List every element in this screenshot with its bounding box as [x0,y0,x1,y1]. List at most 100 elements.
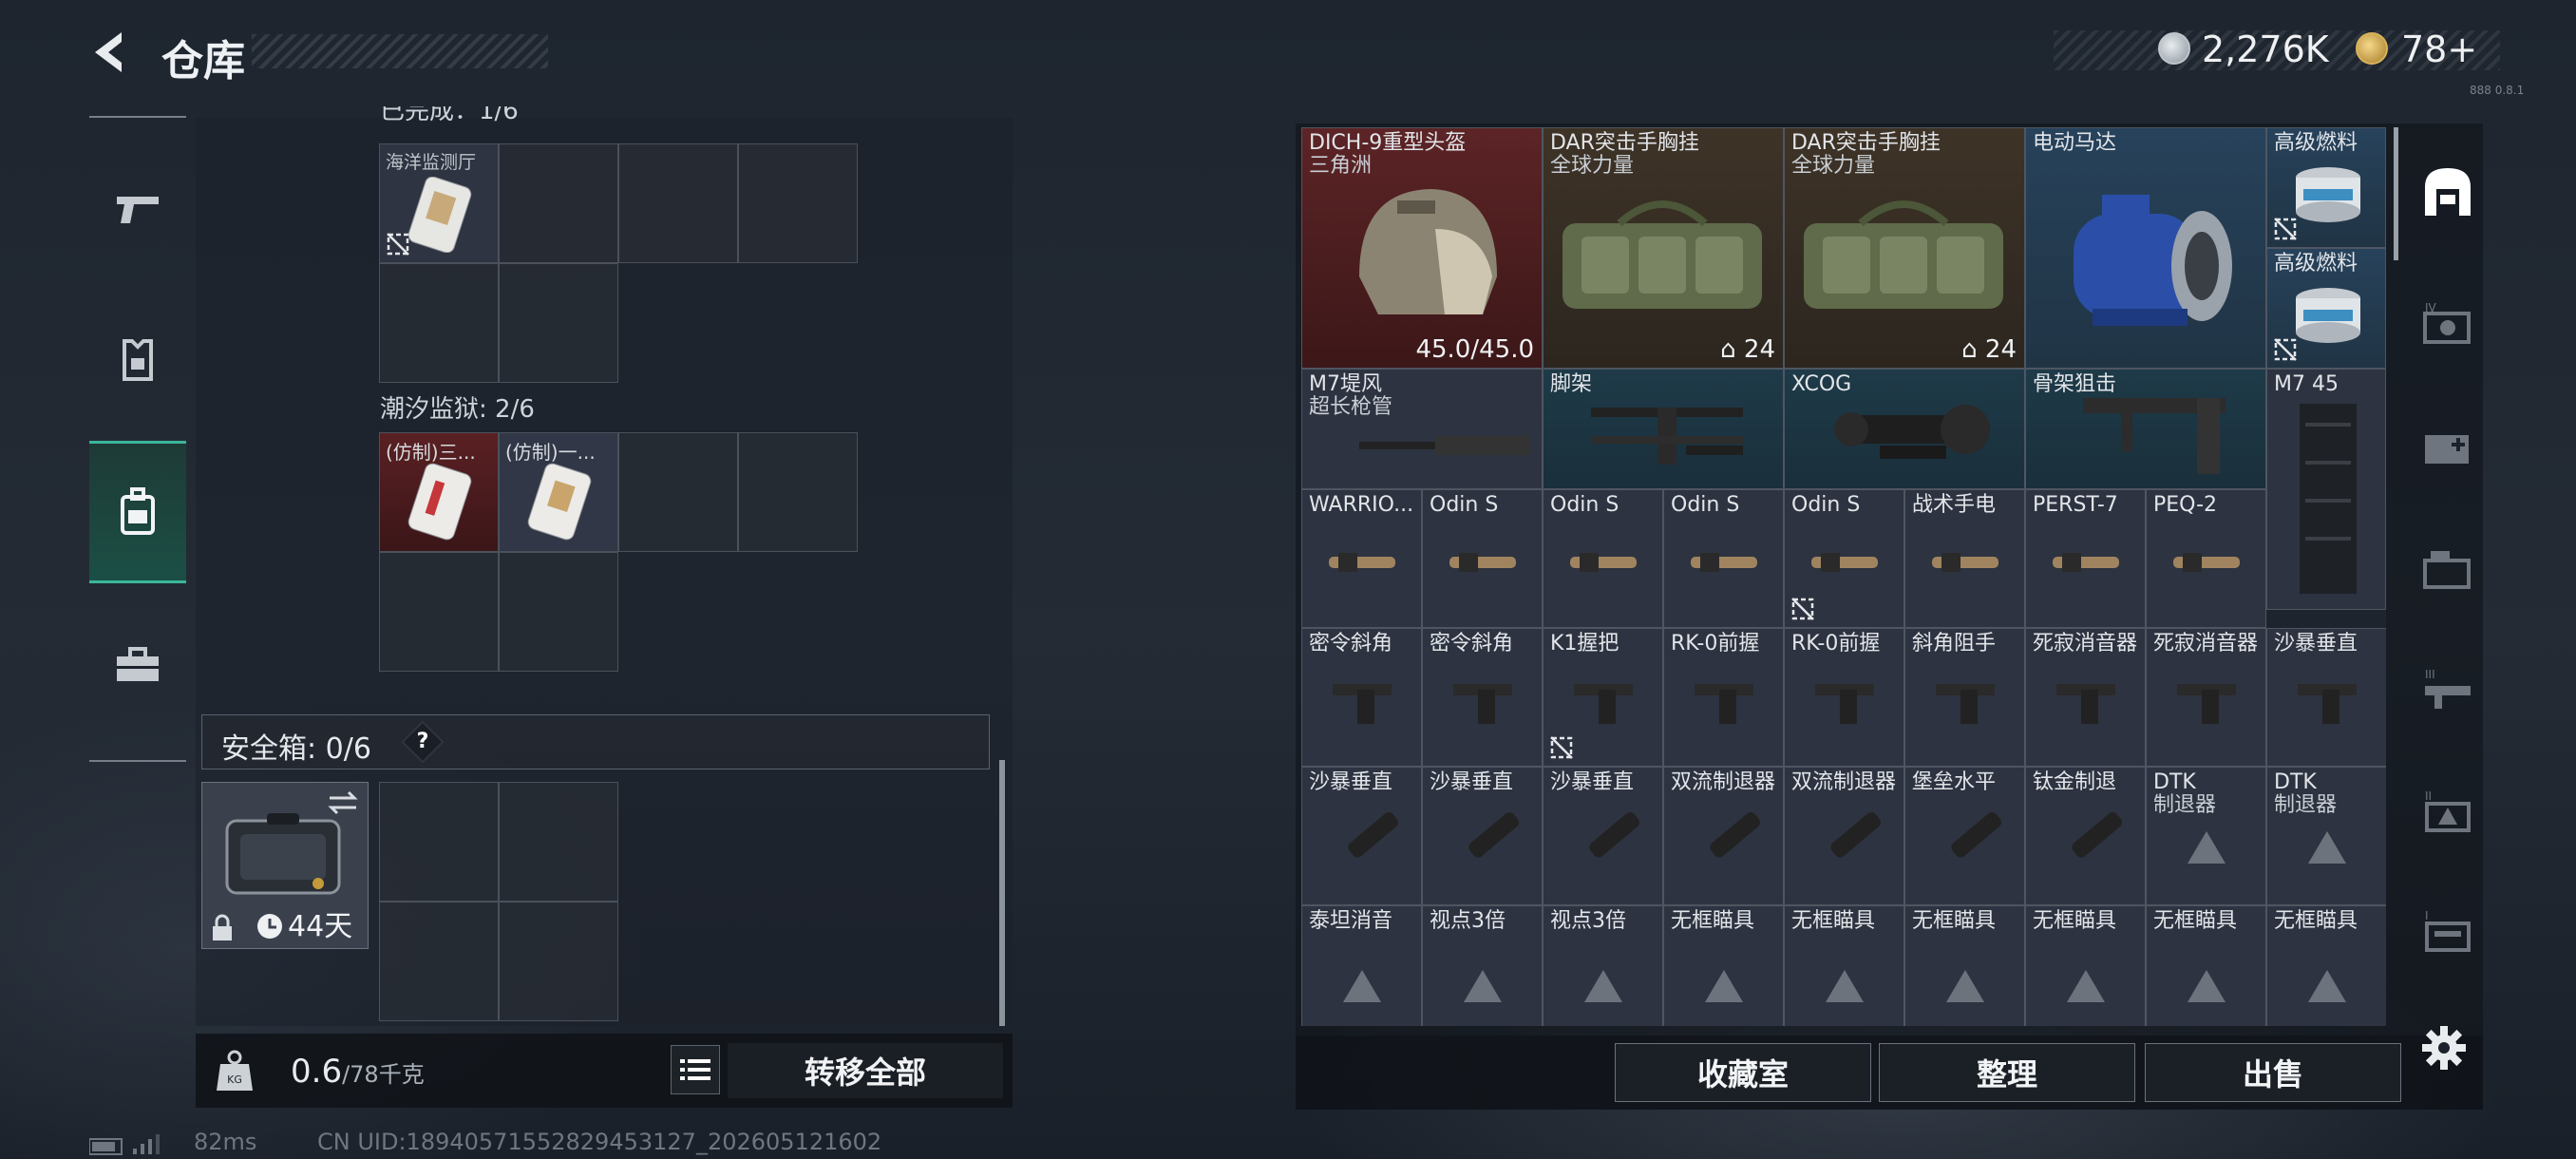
grip-attachment-icon [1936,684,1995,724]
stash-item[interactable]: 视点3倍 [1543,905,1663,1026]
stash-item-stock[interactable]: 骨架狙击 [2025,369,2266,489]
stash-item-bipod[interactable]: 脚架 [1543,369,1784,489]
stash-item[interactable]: 斜角阻手 [1904,628,2025,767]
stash-item[interactable]: RK-0前握 [1663,628,1784,767]
stash-bottom-bar: 收藏室 整理 出售 [1296,1036,2483,1110]
stash-item[interactable]: 无框瞄具 [1904,905,2025,1026]
empty-slot[interactable] [618,432,738,552]
item-label: 无框瞄具 [1912,909,1997,933]
section-progress-cut: 已完成：1/6 [380,106,519,125]
swap-icon[interactable] [326,788,360,817]
stash-item[interactable]: 无框瞄具 [2146,905,2266,1026]
stash-item[interactable]: 战术手电 [1904,489,2025,628]
stash-scrollbar[interactable] [2394,127,2398,260]
empty-slot[interactable] [379,782,499,902]
stash-item-motor[interactable]: 电动马达 [2025,127,2266,369]
sell-button[interactable]: 出售 [2145,1043,2401,1102]
empty-slot[interactable] [379,552,499,672]
collection-room-button[interactable]: 收藏室 [1615,1043,1871,1102]
settings-gear-icon[interactable] [2420,1024,2468,1072]
scope-icon [1834,405,1990,459]
currency-silver-amount[interactable]: 2,276K [2202,28,2329,70]
stash-item-helmet[interactable]: DICH-9重型头盔 三角洲 45.0/45.0 [1301,127,1543,369]
empty-slot[interactable] [738,143,858,263]
item-label: 堡垒水平 [1912,770,1997,794]
stash-item[interactable]: 视点3倍 [1422,905,1543,1026]
stash-item[interactable]: Odin S [1663,489,1784,628]
back-arrow-icon[interactable] [87,28,135,76]
stash-item-chest-rig[interactable]: DAR突击手胸挂 全球力量 ⌂ 24 [1784,127,2025,369]
empty-slot[interactable] [379,902,499,1021]
empty-slot[interactable] [499,143,618,263]
backpack-slot-item[interactable]: 海洋监测厅 [379,143,499,263]
nav-safebox[interactable] [89,593,186,735]
unidentified-item-icon [1704,969,1743,1002]
stash-item-magazine[interactable]: M7 45 [2266,369,2386,610]
stash-item-fuel[interactable]: 高级燃料 [2266,248,2386,369]
gear-box-icon: IV [2423,301,2471,344]
backpack-slot-item[interactable]: (仿制)三... [379,432,499,552]
stash-item[interactable]: 沙暴垂直 [1422,767,1543,905]
stash-item[interactable]: 双流制退器 [1784,767,1904,905]
help-button[interactable]: ? [401,720,445,764]
stash-item[interactable]: 沙暴垂直 [2266,628,2386,767]
empty-slot[interactable] [499,552,618,672]
stash-item[interactable]: 死寂消音器 [2146,628,2266,767]
stash-item-fuel[interactable]: 高级燃料 [2266,127,2386,248]
grid-gap [738,263,858,383]
left-scrollbar[interactable] [999,760,1005,1026]
safebox-item[interactable]: 44天 [201,782,369,949]
stash-item[interactable]: 沙暴垂直 [1301,767,1422,905]
stash-tab-5[interactable]: III [2411,654,2485,728]
sort-button[interactable]: 整理 [1879,1043,2135,1102]
stash-item[interactable]: Odin S [1543,489,1663,628]
stash-item[interactable]: 密令斜角 [1301,628,1422,767]
stash-item[interactable]: Odin S [1784,489,1904,628]
stash-item-chest-rig[interactable]: DAR突击手胸挂 全球力量 ⌂ 24 [1543,127,1784,369]
stash-tab-6[interactable]: II [2411,775,2485,849]
stash-tab-4[interactable] [2411,532,2485,606]
stash-item[interactable]: 堡垒水平 [1904,767,2025,905]
stash-item[interactable]: 沙暴垂直 [1543,767,1663,905]
stash-item[interactable]: 密令斜角 [1422,628,1543,767]
nav-backpack[interactable] [89,441,186,583]
stash-item-barrel[interactable]: M7堤风 超长枪管 [1301,369,1543,489]
stash-item[interactable]: DTK 制退器 [2266,767,2386,905]
stash-item[interactable]: 死寂消音器 [2025,628,2146,767]
empty-slot[interactable] [499,263,618,383]
stash-item[interactable]: DTK 制退器 [2146,767,2266,905]
nav-weapons[interactable] [89,137,186,279]
stash-item[interactable]: 无框瞄具 [2025,905,2146,1026]
stash-item[interactable]: 无框瞄具 [2266,905,2386,1026]
stash-item[interactable]: RK-0前握 [1784,628,1904,767]
empty-slot[interactable] [618,143,738,263]
stash-item[interactable]: 双流制退器 [1663,767,1784,905]
list-view-button[interactable] [671,1045,720,1094]
stash-item[interactable]: 泰坦消音 [1301,905,1422,1026]
nav-armor[interactable] [89,289,186,431]
stash-item[interactable]: 钛金制退 [2025,767,2146,905]
weight-icon: KG [217,1050,253,1091]
stash-item[interactable]: Odin S [1422,489,1543,628]
backpack-slot-item[interactable]: (仿制)一... [499,432,618,552]
stash-item[interactable]: 无框瞄具 [1663,905,1784,1026]
currency-gold-amount[interactable]: 78+ [2401,28,2477,70]
item-sublabel: 全球力量 [1791,154,1876,178]
stash-item[interactable]: K1握把 [1543,628,1663,767]
att-attachment-icon [1932,553,1998,572]
empty-slot[interactable] [499,902,618,1021]
stash-item[interactable]: 无框瞄具 [1784,905,1904,1026]
stash-tab-3[interactable] [2411,408,2485,483]
stash-item[interactable]: WARRIO... [1301,489,1422,628]
empty-slot[interactable] [379,263,499,383]
stash-item[interactable]: PEQ-2 [2146,489,2266,628]
stash-tab-all[interactable] [2411,154,2485,228]
stash-item-scope[interactable]: XCOG [1784,369,2025,489]
empty-slot[interactable] [738,432,858,552]
empty-slot[interactable] [499,782,618,902]
stash-item[interactable]: PERST-7 [2025,489,2146,628]
stash-tab-7[interactable]: I [2411,895,2485,969]
transfer-all-button[interactable]: 转移全部 [728,1043,1003,1098]
stash-tab-2[interactable]: IV [2411,287,2485,361]
item-label: Odin S [1791,493,1861,517]
